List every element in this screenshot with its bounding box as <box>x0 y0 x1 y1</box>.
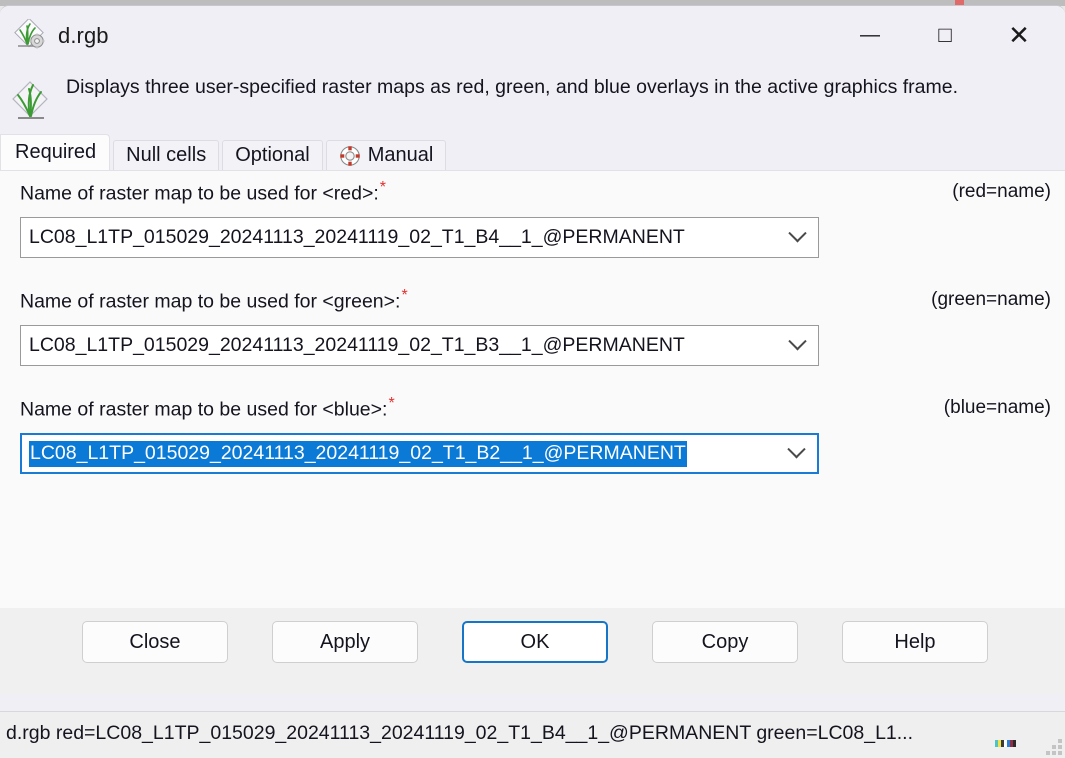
label-blue: Name of raster map to be used for <blue>… <box>20 395 395 422</box>
grass-gis-icon <box>14 17 48 53</box>
required-marker-red: * <box>379 179 387 196</box>
title-bar: d.rgb — □ ✕ <box>0 6 1065 66</box>
hint-green: (green=name) <box>931 289 1051 310</box>
maximize-icon: □ <box>938 22 952 47</box>
tab-manual-label: Manual <box>367 144 434 166</box>
required-tab-panel: Name of raster map to be used for <red>:… <box>0 170 1065 608</box>
status-bar: d.rgb red=LC08_L1TP_015029_20241113_2024… <box>0 711 1065 758</box>
label-green-text: Name of raster map to be used for <green… <box>20 290 401 313</box>
close-button[interactable]: Close <box>82 621 228 663</box>
minimize-button[interactable]: — <box>840 6 900 64</box>
ok-button[interactable]: OK <box>462 621 608 663</box>
dialog-button-bar: Close Apply OK Copy Help <box>0 608 1065 694</box>
color-pixel-artifact <box>995 740 1021 747</box>
tab-bar: Required Null cells Optional Manual <box>0 134 1065 170</box>
module-description: Displays three user-specified raster map… <box>66 76 959 98</box>
hint-red: (red=name) <box>952 181 1051 202</box>
required-marker-blue: * <box>388 395 395 412</box>
grass-gis-logo-icon <box>10 78 52 124</box>
raster-map-red-combobox[interactable]: LC08_L1TP_015029_20241113_20241119_02_T1… <box>20 217 819 258</box>
close-icon: ✕ <box>1008 20 1030 50</box>
tab-null-cells-label: Null cells <box>126 144 207 166</box>
label-green: Name of raster map to be used for <green… <box>20 287 408 314</box>
tab-required[interactable]: Required <box>0 134 111 170</box>
raster-map-green-combobox[interactable]: LC08_L1TP_015029_20241113_20241119_02_T1… <box>20 325 819 366</box>
label-blue-text: Name of raster map to be used for <blue>… <box>20 398 388 421</box>
tab-optional[interactable]: Optional <box>222 140 323 170</box>
label-red-text: Name of raster map to be used for <red>: <box>20 182 379 205</box>
raster-map-green-value: LC08_L1TP_015029_20241113_20241119_02_T1… <box>29 334 685 356</box>
chevron-down-icon[interactable] <box>785 435 807 472</box>
command-preview-text: d.rgb red=LC08_L1TP_015029_20241113_2024… <box>6 722 914 744</box>
lifebuoy-icon <box>339 145 361 167</box>
minimize-icon: — <box>860 24 880 46</box>
raster-map-blue-value[interactable]: LC08_L1TP_015029_20241113_20241119_02_T1… <box>29 440 687 467</box>
maximize-button[interactable]: □ <box>915 6 975 64</box>
description-row: Displays three user-specified raster map… <box>0 66 1065 124</box>
chevron-down-icon[interactable] <box>786 326 808 365</box>
close-window-button[interactable]: ✕ <box>989 6 1049 64</box>
required-marker-green: * <box>401 287 408 304</box>
tab-required-label: Required <box>15 141 97 163</box>
label-red: Name of raster map to be used for <red>:… <box>20 179 386 206</box>
hint-blue: (blue=name) <box>943 397 1051 418</box>
drgb-dialog-window: d.rgb — □ ✕ Displays three user-specifie… <box>0 5 1065 758</box>
raster-map-blue-combobox[interactable]: LC08_L1TP_015029_20241113_20241119_02_T1… <box>20 433 819 474</box>
raster-map-red-value: LC08_L1TP_015029_20241113_20241119_02_T1… <box>29 226 685 248</box>
apply-button[interactable]: Apply <box>272 621 418 663</box>
tab-optional-label: Optional <box>235 144 310 166</box>
tab-manual[interactable]: Manual <box>325 140 447 170</box>
window-title: d.rgb <box>58 23 109 48</box>
copy-button[interactable]: Copy <box>652 621 798 663</box>
help-button[interactable]: Help <box>842 621 988 663</box>
resize-grip[interactable] <box>1046 739 1062 755</box>
tab-null-cells[interactable]: Null cells <box>113 140 220 170</box>
chevron-down-icon[interactable] <box>786 218 808 257</box>
